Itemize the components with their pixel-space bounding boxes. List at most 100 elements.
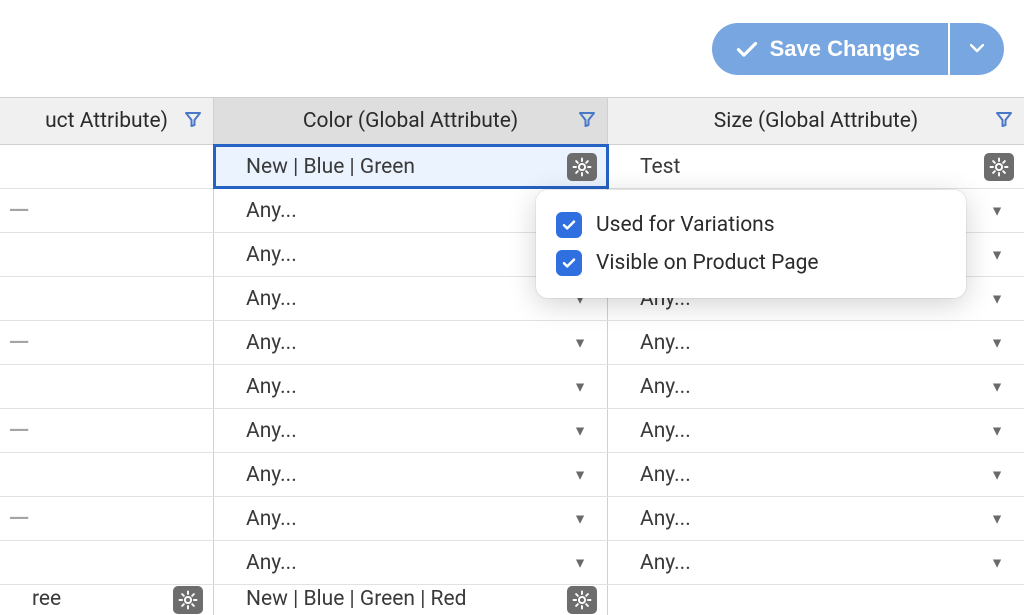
checkbox-used-for-variations[interactable] [556, 212, 582, 238]
table-row: New | Blue | Green Test [0, 145, 1024, 189]
dropdown-arrow-icon[interactable]: ▼ [573, 554, 587, 571]
table-row: Any... ▼ Any... ▼ [0, 453, 1024, 497]
cell-value: Any... [246, 287, 297, 311]
cell-value: Any... [246, 243, 297, 267]
cell-color-attribute[interactable]: Any... ▼ [214, 453, 608, 496]
popover-option-visible[interactable]: Visible on Product Page [556, 244, 946, 282]
dropdown-arrow-icon[interactable]: ▼ [990, 378, 1004, 395]
cell-value: New | Blue | Green | Red [246, 587, 466, 611]
cell-value: — [8, 417, 30, 445]
cell-value: — [8, 505, 30, 533]
dropdown-arrow-icon[interactable]: ▼ [990, 202, 1004, 219]
save-dropdown-button[interactable] [950, 23, 1004, 75]
dropdown-arrow-icon[interactable]: ▼ [573, 334, 587, 351]
save-button[interactable]: Save Changes [712, 23, 948, 75]
caret-down-icon [970, 44, 984, 54]
cell-color-attribute[interactable]: New | Blue | Green | Red [214, 585, 608, 615]
filter-icon[interactable] [185, 109, 201, 133]
cell-value: Any... [246, 199, 297, 223]
cell-color-attribute[interactable]: Any... ▼ [214, 541, 608, 584]
table-row: — Any... ▼ Any... ▼ [0, 497, 1024, 541]
gear-icon[interactable] [173, 586, 203, 614]
cell-product-attribute[interactable] [0, 145, 214, 188]
check-icon [561, 217, 577, 233]
dropdown-arrow-icon[interactable]: ▼ [990, 510, 1004, 527]
table-row: ree New | Blue | Green | Red [0, 585, 1024, 615]
attribute-settings-popover: Used for Variations Visible on Product P… [536, 190, 966, 298]
dropdown-arrow-icon[interactable]: ▼ [573, 378, 587, 395]
cell-value: ree [32, 587, 61, 611]
cell-value: Any... [640, 463, 691, 487]
cell-product-attribute[interactable]: — [0, 321, 214, 364]
cell-size-attribute[interactable]: Test [608, 145, 1024, 188]
dropdown-arrow-icon[interactable]: ▼ [990, 334, 1004, 351]
cell-value: Any... [246, 507, 297, 531]
dropdown-arrow-icon[interactable]: ▼ [990, 422, 1004, 439]
cell-size-attribute[interactable] [608, 585, 1024, 615]
dropdown-arrow-icon[interactable]: ▼ [573, 510, 587, 527]
grid-header-row: uct Attribute) Color (Global Attribute) … [0, 97, 1024, 145]
attribute-grid: uct Attribute) Color (Global Attribute) … [0, 97, 1024, 615]
cell-value: Any... [246, 331, 297, 355]
dropdown-arrow-icon[interactable]: ▼ [990, 466, 1004, 483]
cell-value: Any... [640, 419, 691, 443]
cell-product-attribute[interactable]: — [0, 189, 214, 232]
cell-product-attribute[interactable] [0, 453, 214, 496]
check-icon [736, 38, 758, 60]
gear-icon[interactable] [567, 586, 597, 614]
cell-value: — [8, 197, 30, 225]
cell-size-attribute[interactable]: Any...▼ [608, 541, 1024, 584]
column-header-product-attribute[interactable]: uct Attribute) [0, 98, 214, 144]
column-header-label: Color (Global Attribute) [303, 109, 518, 133]
cell-color-attribute[interactable]: Any... ▼ [214, 365, 608, 408]
cell-size-attribute[interactable]: Any... ▼ [608, 409, 1024, 452]
cell-size-attribute[interactable]: Any... ▼ [608, 365, 1024, 408]
cell-value: Any... [246, 419, 297, 443]
dropdown-arrow-icon[interactable]: ▼ [990, 554, 1004, 571]
cell-product-attribute[interactable] [0, 541, 214, 584]
cell-product-attribute[interactable] [0, 233, 214, 276]
dropdown-arrow-icon[interactable]: ▼ [573, 422, 587, 439]
filter-icon[interactable] [579, 109, 595, 133]
save-button-group: Save Changes [712, 23, 1004, 75]
cell-product-attribute[interactable]: ree [0, 585, 214, 615]
cell-value: — [8, 329, 30, 357]
cell-color-attribute[interactable]: Any... ▼ [214, 321, 608, 364]
cell-color-attribute[interactable]: New | Blue | Green [214, 145, 608, 188]
table-row: — Any... ▼ Any... ▼ [0, 321, 1024, 365]
check-icon [561, 255, 577, 271]
table-row: Any... ▼ Any... ▼ [0, 365, 1024, 409]
cell-value: Any... [246, 375, 297, 399]
column-header-size[interactable]: Size (Global Attribute) [608, 98, 1024, 144]
cell-product-attribute[interactable] [0, 277, 214, 320]
dropdown-arrow-icon[interactable]: ▼ [990, 246, 1004, 263]
dropdown-arrow-icon[interactable]: ▼ [990, 290, 1004, 307]
filter-icon[interactable] [996, 109, 1012, 133]
cell-product-attribute[interactable] [0, 365, 214, 408]
cell-product-attribute[interactable]: — [0, 497, 214, 540]
cell-size-attribute[interactable]: Any... ▼ [608, 321, 1024, 364]
cell-value: Any... [640, 375, 691, 399]
checkbox-visible-on-product-page[interactable] [556, 250, 582, 276]
popover-option-label: Used for Variations [596, 213, 775, 237]
column-header-color[interactable]: Color (Global Attribute) [214, 98, 608, 144]
column-header-label: Size (Global Attribute) [714, 109, 918, 133]
save-button-label: Save Changes [770, 36, 920, 62]
cell-value: Any... [246, 463, 297, 487]
cell-size-attribute[interactable]: Any... ▼ [608, 453, 1024, 496]
table-row: Any...▼Any...▼ [0, 541, 1024, 585]
cell-value: Any... [246, 551, 297, 575]
cell-value: New | Blue | Green [246, 155, 415, 179]
cell-value: Any... [640, 331, 691, 355]
toolbar: Save Changes [0, 0, 1024, 97]
cell-value: Test [640, 155, 680, 179]
popover-option-variations[interactable]: Used for Variations [556, 206, 946, 244]
cell-size-attribute[interactable]: Any... ▼ [608, 497, 1024, 540]
gear-icon[interactable] [984, 153, 1014, 181]
cell-value: Any... [640, 507, 691, 531]
cell-color-attribute[interactable]: Any... ▼ [214, 497, 608, 540]
cell-color-attribute[interactable]: Any... ▼ [214, 409, 608, 452]
gear-icon[interactable] [567, 153, 597, 181]
cell-product-attribute[interactable]: — [0, 409, 214, 452]
dropdown-arrow-icon[interactable]: ▼ [573, 466, 587, 483]
